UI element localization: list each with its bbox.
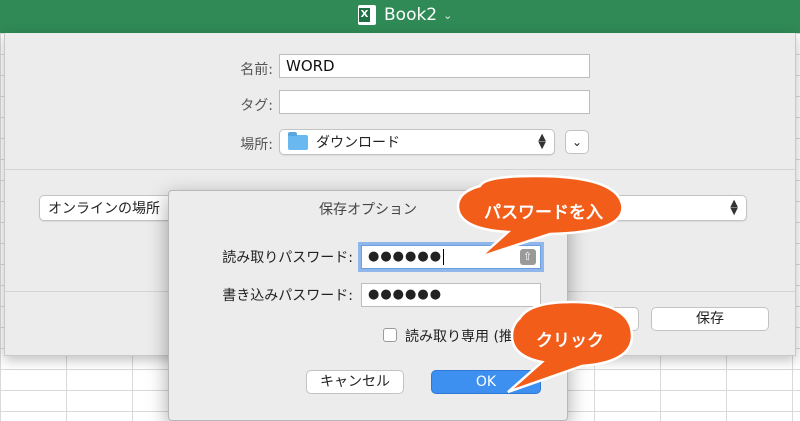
name-field[interactable]: WORD <box>279 54 590 78</box>
updown-arrows-icon: ▲ ▼ <box>538 132 546 151</box>
document-title[interactable]: Book2 ⌄ <box>358 5 452 25</box>
click-callout: クリック <box>500 300 640 395</box>
title-bar: Book2 ⌄ <box>0 0 800 33</box>
location-label: 場所: <box>240 137 273 153</box>
password-callout: パスワードを入 <box>440 174 630 264</box>
excel-icon <box>358 5 376 25</box>
chevron-down-icon: ⌄ <box>443 8 453 22</box>
password-callout-text: パスワードを入 <box>484 203 603 223</box>
expand-button[interactable]: ⌄ <box>565 130 589 154</box>
tags-field[interactable] <box>279 90 590 114</box>
online-location-select[interactable]: オンラインの場所 <box>39 195 177 221</box>
read-password-value: ●●●●●● <box>368 249 443 264</box>
save-button[interactable]: 保存 <box>651 307 769 331</box>
click-callout-text: クリック <box>536 331 604 351</box>
online-location-label: オンラインの場所 <box>48 201 160 217</box>
write-password-value: ●●●●●● <box>368 287 443 302</box>
name-label: 名前: <box>240 62 273 78</box>
readonly-checkbox[interactable] <box>383 328 397 342</box>
tags-label: タグ: <box>240 98 273 114</box>
read-password-label: 読み取りパスワード: <box>222 250 353 266</box>
workbook-name: Book2 <box>384 5 438 25</box>
location-value: ダウンロード <box>316 135 400 151</box>
cancel-button[interactable]: キャンセル <box>306 370 404 394</box>
location-select[interactable]: ダウンロード ▲ ▼ <box>279 129 555 155</box>
folder-icon <box>288 131 308 150</box>
updown-arrows-icon: ▲ ▼ <box>730 198 738 217</box>
separator <box>5 169 795 170</box>
write-password-label: 書き込みパスワード: <box>222 288 353 304</box>
readonly-label: 読み取り専用 (推 <box>405 329 513 345</box>
